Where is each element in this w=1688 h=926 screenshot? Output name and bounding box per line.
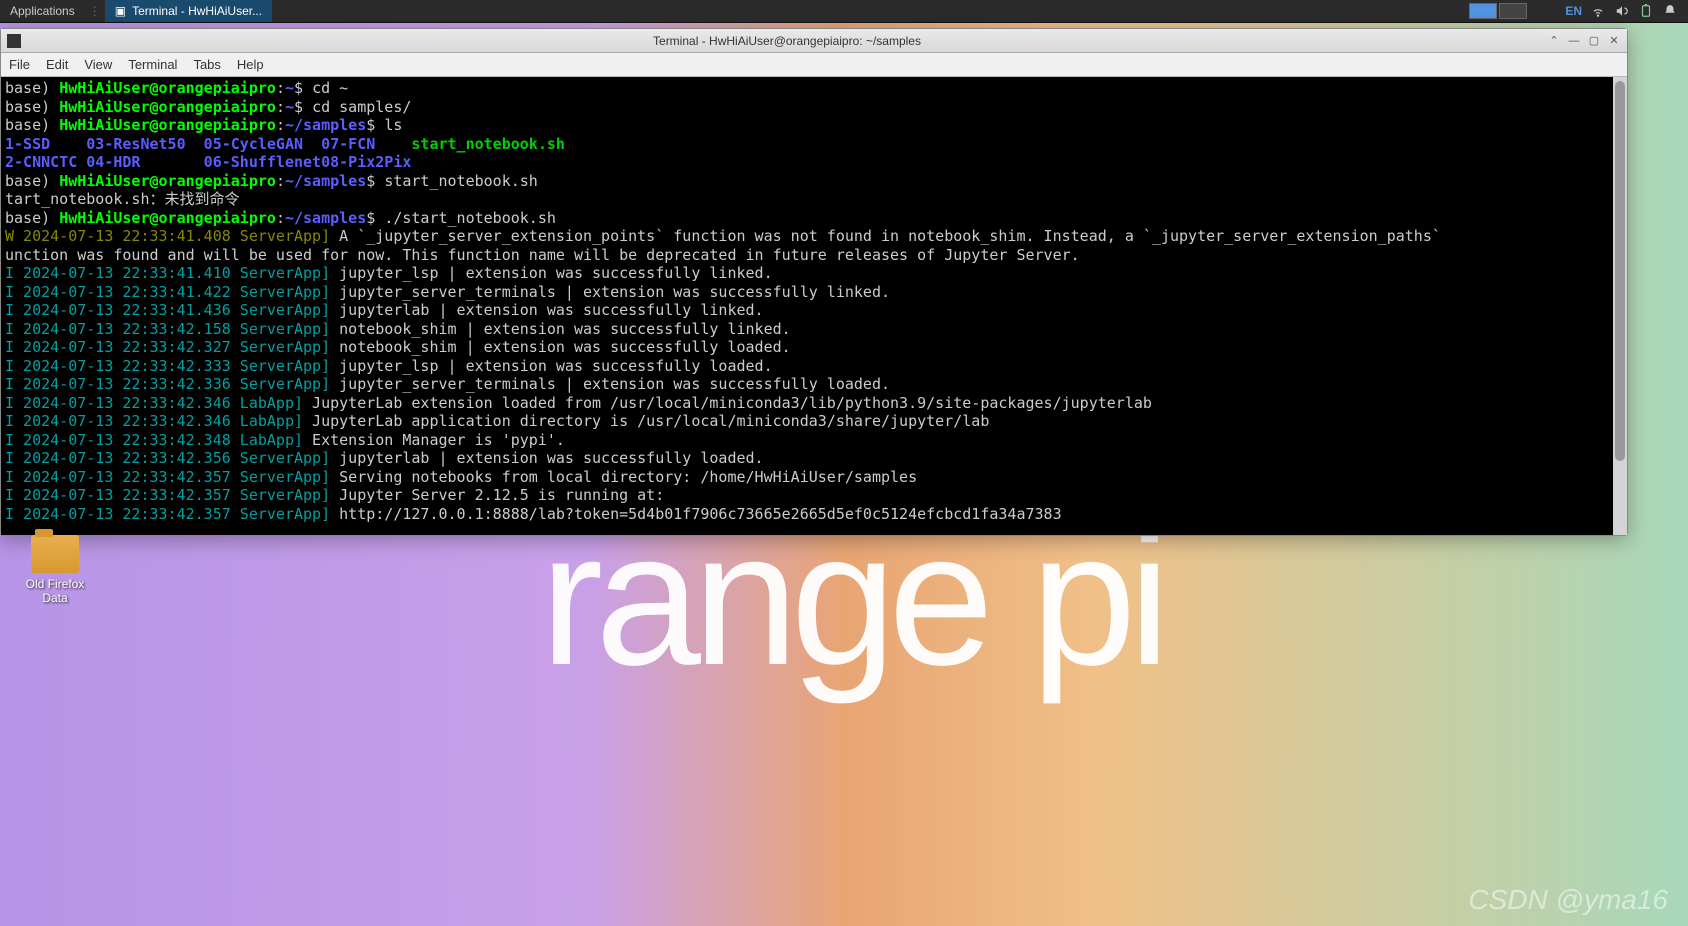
terminal-scrollbar[interactable] [1613,77,1627,535]
window-icon [7,34,21,48]
taskbar-label: Terminal - HwHiAiUser... [132,4,262,18]
workspace-2[interactable] [1499,3,1527,19]
language-indicator[interactable]: EN [1565,4,1582,18]
taskbar-terminal[interactable]: ▣ Terminal - HwHiAiUser... [105,0,272,22]
minimize-button[interactable]: — [1567,34,1581,48]
menu-view[interactable]: View [84,57,112,72]
menu-terminal[interactable]: Terminal [128,57,177,72]
scrollbar-thumb[interactable] [1615,81,1625,461]
terminal-menubar: File Edit View Terminal Tabs Help [1,53,1627,77]
folder-icon [31,535,79,573]
watermark: CSDN @yma16 [1468,884,1668,916]
desktop-icon-old-firefox[interactable]: Old Firefox Data [20,535,90,605]
menu-help[interactable]: Help [237,57,264,72]
workspace-1[interactable] [1469,3,1497,19]
desktop-icon-label: Old Firefox Data [20,577,90,605]
wifi-icon[interactable] [1590,3,1606,19]
window-titlebar[interactable]: Terminal - HwHiAiUser@orangepiaipro: ~/s… [1,29,1627,53]
terminal-window: Terminal - HwHiAiUser@orangepiaipro: ~/s… [0,28,1628,536]
terminal-icon: ▣ [115,4,126,18]
close-button[interactable]: ✕ [1607,34,1621,48]
terminal-output[interactable]: base) HwHiAiUser@orangepiaipro:~$ cd ~ba… [1,77,1627,535]
applications-menu[interactable]: Applications [0,0,85,22]
notifications-icon[interactable] [1662,3,1678,19]
menu-tabs[interactable]: Tabs [193,57,220,72]
window-title: Terminal - HwHiAiUser@orangepiaipro: ~/s… [27,34,1547,48]
workspace-switcher[interactable] [1469,3,1527,19]
battery-icon[interactable] [1638,3,1654,19]
menu-file[interactable]: File [9,57,30,72]
volume-icon[interactable] [1614,3,1630,19]
minimize-up-button[interactable]: ⌃ [1547,34,1561,48]
maximize-button[interactable]: ▢ [1587,34,1601,48]
panel-separator: ⋮ [85,4,105,18]
menu-edit[interactable]: Edit [46,57,68,72]
desktop-panel: Applications ⋮ ▣ Terminal - HwHiAiUser..… [0,0,1688,23]
